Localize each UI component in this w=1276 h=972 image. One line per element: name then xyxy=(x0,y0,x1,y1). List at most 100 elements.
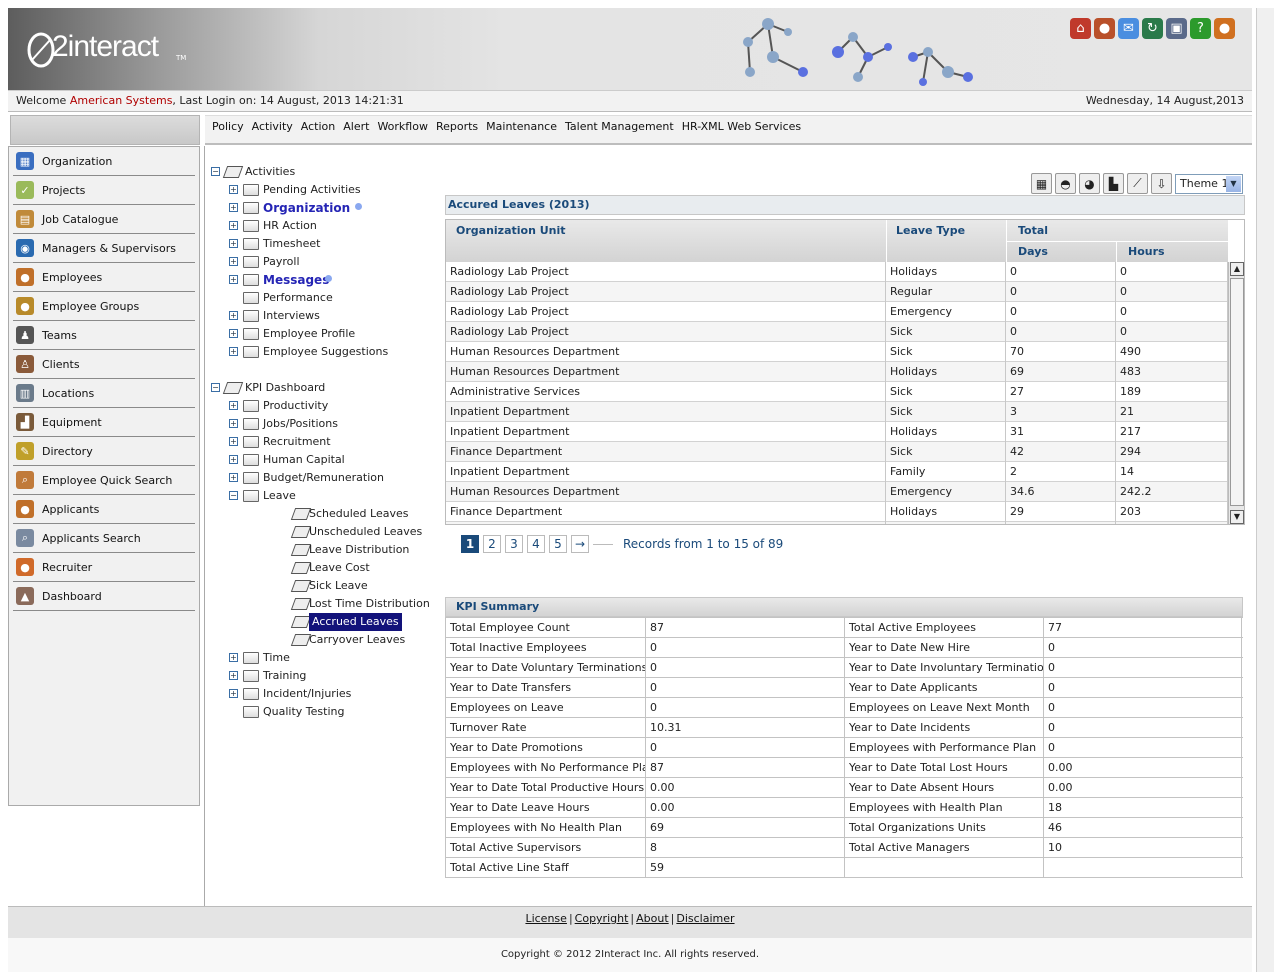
logo[interactable]: 2interact TM xyxy=(26,26,196,76)
menu-item-activity[interactable]: Activity xyxy=(252,116,293,138)
tree-node-label[interactable]: Messages xyxy=(263,271,329,289)
expand-icon[interactable]: + xyxy=(229,653,238,662)
page-2-button[interactable]: 2 xyxy=(483,535,501,553)
table-row[interactable]: Finance Department Holidays 29 203 xyxy=(446,502,1228,522)
tree-node[interactable]: Sick Leave xyxy=(211,577,441,595)
line-chart-icon[interactable]: ⟋ xyxy=(1127,173,1148,194)
table-row[interactable]: Inpatient Department Family 2 14 xyxy=(446,462,1228,482)
collapse-icon[interactable]: − xyxy=(229,491,238,500)
bar-chart-icon[interactable]: ▙ xyxy=(1103,173,1124,194)
tree-node-label[interactable]: Leave Cost xyxy=(309,559,370,577)
sidebar-item-employee-groups[interactable]: ● Employee Groups xyxy=(13,292,195,321)
menu-item-talent-management[interactable]: Talent Management xyxy=(565,116,674,138)
tree-node[interactable]: + Employee Suggestions xyxy=(211,343,441,361)
tree-node-label[interactable]: Interviews xyxy=(263,307,320,325)
tree-node-label[interactable]: Productivity xyxy=(263,397,328,415)
tree-node-label[interactable]: Leave xyxy=(263,487,296,505)
expand-icon[interactable]: + xyxy=(229,203,238,212)
tree-node-label[interactable]: Organization xyxy=(263,199,350,217)
tree-node[interactable]: + Messages xyxy=(211,271,441,289)
sidebar-item-employees[interactable]: ● Employees xyxy=(13,263,195,292)
table-row[interactable]: Human Resources Department Holidays 69 483 xyxy=(446,362,1228,382)
table-row[interactable]: Human Resources Department Emergency 34.6 2… xyxy=(446,482,1228,502)
expand-icon[interactable]: + xyxy=(229,185,238,194)
tree-node[interactable]: Carryover Leaves xyxy=(211,631,441,649)
grid-scrollbar[interactable]: ▲ ▼ xyxy=(1228,262,1244,524)
menu-item-action[interactable]: Action xyxy=(301,116,335,138)
tree-node-label[interactable]: Budget/Remuneration xyxy=(263,469,384,487)
sidebar-item-employee-quick-search[interactable]: ⌕ Employee Quick Search xyxy=(13,466,195,495)
tree-node[interactable]: Accrued Leaves xyxy=(211,613,441,631)
sidebar-item-projects[interactable]: ✓ Projects xyxy=(13,176,195,205)
help-icon[interactable]: ? xyxy=(1190,18,1211,39)
table-row[interactable]: Administrative Services Sick 27 189 xyxy=(446,382,1228,402)
user-icon[interactable]: ● xyxy=(1094,18,1115,39)
tree-node[interactable]: + Payroll xyxy=(211,253,441,271)
tree-node[interactable]: + Training xyxy=(211,667,441,685)
col-days[interactable]: Days xyxy=(1018,245,1048,258)
tree-node-label[interactable]: Jobs/Positions xyxy=(263,415,338,433)
tree-node-label[interactable]: Timesheet xyxy=(263,235,320,253)
tree-node-label[interactable]: Leave Distribution xyxy=(309,541,409,559)
tree-node[interactable]: + Interviews xyxy=(211,307,441,325)
expand-icon[interactable]: + xyxy=(229,455,238,464)
tree-node-label[interactable]: Performance xyxy=(263,289,333,307)
tree-node-label[interactable]: Lost Time Distribution xyxy=(309,595,430,613)
col-organization-unit[interactable]: Organization Unit xyxy=(456,224,566,237)
tree-node-label[interactable]: HR Action xyxy=(263,217,317,235)
sidebar-item-clients[interactable]: ♙ Clients xyxy=(13,350,195,379)
tree-node[interactable]: + Pending Activities xyxy=(211,181,441,199)
footer-link-disclaimer[interactable]: Disclaimer xyxy=(676,912,734,925)
collapse-icon[interactable]: − xyxy=(211,167,220,176)
export-icon[interactable]: ⇩ xyxy=(1151,173,1172,194)
tree-node[interactable]: Unscheduled Leaves xyxy=(211,523,441,541)
col-hours[interactable]: Hours xyxy=(1128,245,1165,258)
tree-node-label[interactable]: Accrued Leaves xyxy=(309,613,402,631)
tree-node[interactable]: Quality Testing xyxy=(211,703,441,721)
menu-item-reports[interactable]: Reports xyxy=(436,116,478,138)
col-leave-type[interactable]: Leave Type xyxy=(896,224,965,237)
tree-node-label[interactable]: Incident/Injuries xyxy=(263,685,351,703)
sidebar-item-organization[interactable]: ▦ Organization xyxy=(13,147,195,176)
tree-node[interactable]: Lost Time Distribution xyxy=(211,595,441,613)
sidebar-item-teams[interactable]: ♟ Teams xyxy=(13,321,195,350)
sidebar-item-dashboard[interactable]: ▲ Dashboard xyxy=(13,582,195,611)
page-5-button[interactable]: 5 xyxy=(549,535,567,553)
expand-icon[interactable]: + xyxy=(229,473,238,482)
tree-node[interactable]: + Human Capital xyxy=(211,451,441,469)
table-row[interactable]: Radiology Lab Project Regular 0 0 xyxy=(446,282,1228,302)
tree-node-label[interactable]: Sick Leave xyxy=(309,577,368,595)
sidebar-item-directory[interactable]: ✎ Directory xyxy=(13,437,195,466)
page-1-button[interactable]: 1 xyxy=(461,535,479,553)
expand-icon[interactable]: + xyxy=(229,239,238,248)
tree-node-label[interactable]: Scheduled Leaves xyxy=(309,505,408,523)
tree-node-label[interactable]: Employee Profile xyxy=(263,325,355,343)
tree-node-label[interactable]: Training xyxy=(263,667,306,685)
expand-icon[interactable]: + xyxy=(229,401,238,410)
chevron-down-icon[interactable]: ▼ xyxy=(1226,176,1241,192)
table-row[interactable]: Inpatient Department Sick 3 21 xyxy=(446,402,1228,422)
computer-icon[interactable]: ▣ xyxy=(1166,18,1187,39)
menu-item-maintenance[interactable]: Maintenance xyxy=(486,116,557,138)
tree-node[interactable]: − Leave xyxy=(211,487,441,505)
expand-icon[interactable]: + xyxy=(229,329,238,338)
expand-icon[interactable]: + xyxy=(229,257,238,266)
theme-select[interactable]: Theme 1 ▼ xyxy=(1175,174,1243,194)
tree-node[interactable]: + Budget/Remuneration xyxy=(211,469,441,487)
table-view-icon[interactable]: ▦ xyxy=(1031,173,1052,194)
sidebar-item-applicants[interactable]: ● Applicants xyxy=(13,495,195,524)
tree-node[interactable]: + HR Action xyxy=(211,217,441,235)
tree-node[interactable]: + Employee Profile xyxy=(211,325,441,343)
tree-node[interactable]: Scheduled Leaves xyxy=(211,505,441,523)
refresh-icon[interactable]: ↻ xyxy=(1142,18,1163,39)
page-scrollbar[interactable] xyxy=(1256,8,1274,972)
page-3-button[interactable]: 3 xyxy=(505,535,523,553)
sidebar-item-job-catalogue[interactable]: ▤ Job Catalogue xyxy=(13,205,195,234)
table-row[interactable]: Human Resources Department Sick 70 490 xyxy=(446,342,1228,362)
tree-node[interactable]: + Incident/Injuries xyxy=(211,685,441,703)
tree-node-label[interactable]: Payroll xyxy=(263,253,300,271)
table-row[interactable]: Radiology Lab Project Holidays 0 0 xyxy=(446,262,1228,282)
tree-node-label[interactable]: KPI Dashboard xyxy=(245,379,325,397)
tree-node[interactable]: + Recruitment xyxy=(211,433,441,451)
tree-node[interactable]: + Time xyxy=(211,649,441,667)
